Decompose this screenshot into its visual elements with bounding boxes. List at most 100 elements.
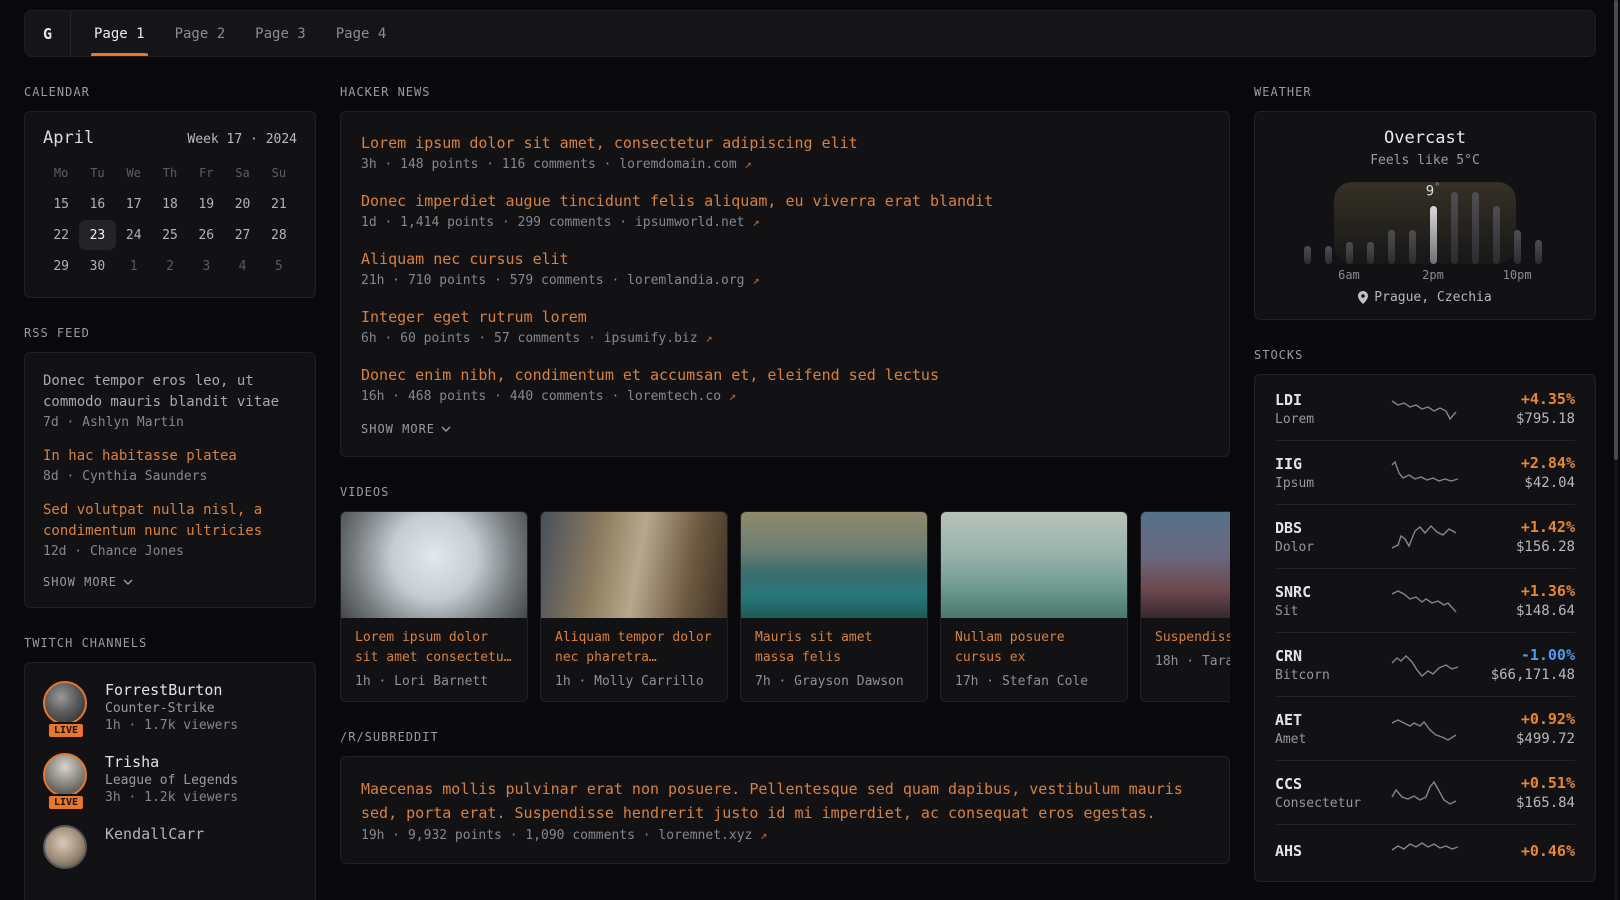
video-card[interactable]: Aliquam tempor dolor nec pharetra… 1h · … xyxy=(540,511,728,702)
stock-row[interactable]: SNRCSit +1.36%$148.64 xyxy=(1275,568,1575,632)
twitch-channel-row[interactable]: LIVE Trisha League of Legends 3h · 1.2k … xyxy=(43,753,297,805)
subreddit-widget: Maecenas mollis pulvinar erat non posuer… xyxy=(340,756,1230,864)
video-card[interactable]: Lorem ipsum dolor sit amet consectetu… 1… xyxy=(340,511,528,702)
hn-show-more-button[interactable]: SHOW MORE xyxy=(361,422,1209,436)
tab-page-3[interactable]: Page 3 xyxy=(240,11,321,56)
stock-row[interactable]: CRNBitcorn -1.00%$66,171.48 xyxy=(1275,632,1575,696)
calendar-day: 15 xyxy=(43,189,79,219)
live-badge: LIVE xyxy=(47,794,85,811)
rss-section-title: RSS FEED xyxy=(24,326,316,340)
calendar-day: 26 xyxy=(188,220,224,250)
twitch-channel-row[interactable]: KendallCarr xyxy=(43,825,297,869)
stock-name: Dolor xyxy=(1275,540,1385,555)
hn-item-domain[interactable]: ipsumworld.net xyxy=(635,215,745,230)
app-logo[interactable]: G xyxy=(25,11,71,56)
stock-row[interactable]: DBSDolor +1.42%$156.28 xyxy=(1275,504,1575,568)
tab-page-2[interactable]: Page 2 xyxy=(160,11,241,56)
video-title[interactable]: Nullam posuere cursus ex xyxy=(955,628,1113,668)
reddit-post-title[interactable]: Maecenas mollis pulvinar erat non posuer… xyxy=(361,777,1209,825)
calendar-day: 27 xyxy=(224,220,260,250)
video-thumbnail[interactable] xyxy=(341,512,527,618)
reddit-post-domain[interactable]: loremnet.xyz xyxy=(658,828,752,843)
video-card[interactable]: Mauris sit amet massa felis 7h · Grayson… xyxy=(740,511,928,702)
video-card[interactable]: Suspendisse diam 18h · Tara xyxy=(1140,511,1230,702)
video-thumbnail[interactable] xyxy=(541,512,727,618)
weather-section-title: WEATHER xyxy=(1254,85,1596,99)
hn-item: Integer eget rutrum lorem 6h · 60 points… xyxy=(361,306,1209,346)
stock-price: $165.84 xyxy=(1465,795,1575,811)
video-title[interactable]: Mauris sit amet massa felis xyxy=(755,628,913,668)
stock-ticker[interactable]: CRN xyxy=(1275,647,1385,665)
twitch-channel-name[interactable]: KendallCarr xyxy=(105,825,204,843)
rss-item-title[interactable]: In hac habitasse platea xyxy=(43,446,297,467)
page-scrollbar[interactable] xyxy=(1614,0,1618,900)
video-title[interactable]: Aliquam tempor dolor nec pharetra… xyxy=(555,628,713,668)
stock-change: +1.42% xyxy=(1465,518,1575,536)
twitch-channel-viewers: 1h · 1.7k viewers xyxy=(105,718,238,733)
hn-item-title[interactable]: Integer eget rutrum lorem xyxy=(361,306,1209,328)
hn-item-title[interactable]: Donec enim nibh, condimentum et accumsan… xyxy=(361,364,1209,386)
calendar-section-title: CALENDAR xyxy=(24,85,316,99)
subreddit-section-title: /R/SUBREDDIT xyxy=(340,730,1230,744)
external-link-icon: ↗ xyxy=(752,215,759,229)
twitch-channel-name[interactable]: Trisha xyxy=(105,753,238,771)
video-thumbnail[interactable] xyxy=(941,512,1127,618)
hn-item-title[interactable]: Aliquam nec cursus elit xyxy=(361,248,1209,270)
rss-show-more-button[interactable]: SHOW MORE xyxy=(43,575,297,589)
video-meta: 18h · Tara xyxy=(1155,654,1230,669)
hn-item-domain[interactable]: loremtech.co xyxy=(627,389,721,404)
stock-change: +0.51% xyxy=(1465,774,1575,792)
weather-bar xyxy=(1514,230,1521,264)
twitch-channel-name[interactable]: ForrestBurton xyxy=(105,681,238,699)
weather-bar xyxy=(1493,206,1500,264)
calendar-weekday: Th xyxy=(152,158,188,188)
calendar-day: 29 xyxy=(43,251,79,281)
stock-ticker[interactable]: SNRC xyxy=(1275,583,1385,601)
stock-ticker[interactable]: AET xyxy=(1275,711,1385,729)
tab-page-4[interactable]: Page 4 xyxy=(321,11,402,56)
hn-item-title[interactable]: Lorem ipsum dolor sit amet, consectetur … xyxy=(361,132,1209,154)
tab-page-1[interactable]: Page 1 xyxy=(79,11,160,56)
calendar-month: April xyxy=(43,128,94,148)
stock-row[interactable]: AHS +0.46% xyxy=(1275,824,1575,879)
video-thumbnail[interactable] xyxy=(1141,512,1230,618)
time-label-6am: 6am xyxy=(1338,268,1360,282)
video-thumbnail[interactable] xyxy=(741,512,927,618)
stock-ticker[interactable]: DBS xyxy=(1275,519,1385,537)
twitch-channel-row[interactable]: LIVE ForrestBurton Counter-Strike 1h · 1… xyxy=(43,681,297,733)
calendar-day: 17 xyxy=(116,189,152,219)
scrollbar-thumb[interactable] xyxy=(1614,0,1618,460)
stock-ticker[interactable]: CCS xyxy=(1275,775,1385,793)
external-link-icon: ↗ xyxy=(705,331,712,345)
live-badge: LIVE xyxy=(47,722,85,739)
stock-row[interactable]: CCSConsectetur +0.51%$165.84 xyxy=(1275,760,1575,824)
stock-row[interactable]: LDILorem +4.35%$795.18 xyxy=(1275,377,1575,440)
hn-item-meta: 6h · 60 points · 57 comments · ipsumify.… xyxy=(361,331,1209,346)
hn-item-domain[interactable]: ipsumify.biz xyxy=(604,331,698,346)
avatar xyxy=(43,681,87,725)
chevron-down-icon xyxy=(441,426,451,432)
location-pin-icon xyxy=(1358,291,1368,304)
stock-row[interactable]: IIGIpsum +2.84%$42.04 xyxy=(1275,440,1575,504)
rss-item-title[interactable]: Donec tempor eros leo, ut commodo mauris… xyxy=(43,371,297,413)
videos-widget: Lorem ipsum dolor sit amet consectetu… 1… xyxy=(340,511,1230,702)
video-card[interactable]: Nullam posuere cursus ex 17h · Stefan Co… xyxy=(940,511,1128,702)
weather-bar-current xyxy=(1430,206,1437,264)
video-title[interactable]: Lorem ipsum dolor sit amet consectetu… xyxy=(355,628,513,668)
stock-ticker[interactable]: LDI xyxy=(1275,391,1385,409)
stocks-section-title: STOCKS xyxy=(1254,348,1596,362)
stock-ticker[interactable]: AHS xyxy=(1275,842,1385,860)
hn-item-meta: 21h · 710 points · 579 comments · loreml… xyxy=(361,273,1209,288)
hn-item-domain[interactable]: loremdomain.com xyxy=(619,157,736,172)
stock-change: -1.00% xyxy=(1465,646,1575,664)
rss-item-title[interactable]: Sed volutpat nulla nisl, a condimentum n… xyxy=(43,500,297,542)
stock-change: +0.92% xyxy=(1465,710,1575,728)
video-title[interactable]: Suspendisse diam xyxy=(1155,628,1230,648)
video-meta: 17h · Stefan Cole xyxy=(955,674,1113,689)
weather-bar xyxy=(1367,242,1374,264)
hn-item-title[interactable]: Donec imperdiet augue tincidunt felis al… xyxy=(361,190,1209,212)
stock-row[interactable]: AETAmet +0.92%$499.72 xyxy=(1275,696,1575,760)
stock-ticker[interactable]: IIG xyxy=(1275,455,1385,473)
reddit-post: Maecenas mollis pulvinar erat non posuer… xyxy=(361,777,1209,843)
hn-item-domain[interactable]: loremlandia.org xyxy=(627,273,744,288)
